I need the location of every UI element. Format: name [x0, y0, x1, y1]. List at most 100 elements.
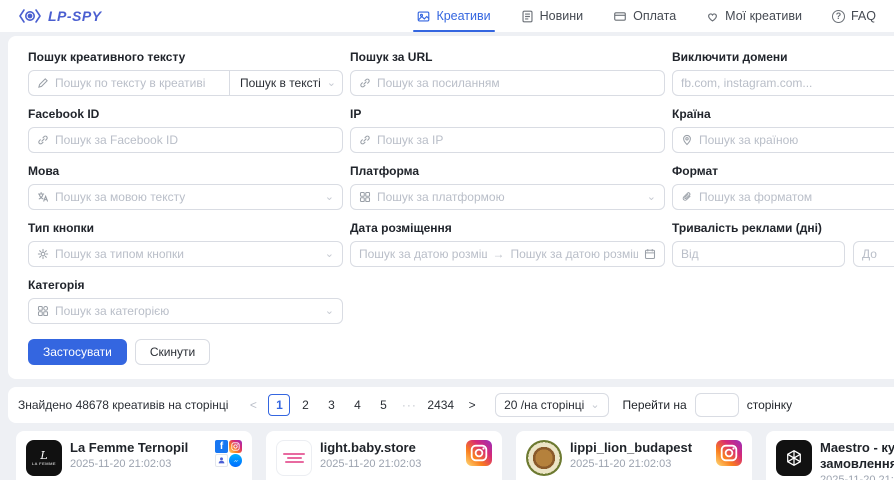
heart-icon [706, 10, 719, 23]
page-size-select[interactable]: 20 /на сторінці ⌄ [495, 393, 608, 417]
geometric-logo-icon [785, 449, 803, 467]
field-label: Виключити домени [672, 50, 894, 64]
creative-card[interactable]: lippi_lion_budapest 2025-11-20 21:02:03 … [516, 431, 752, 480]
duration-to-input[interactable] [862, 247, 894, 261]
field-country: Країна [672, 107, 894, 153]
chevron-down-icon: ⌄ [325, 306, 334, 317]
apply-button[interactable]: Застосувати [28, 339, 127, 365]
prev-page-button[interactable]: < [242, 394, 264, 416]
news-icon [521, 10, 534, 23]
lion-avatar [526, 440, 562, 476]
goto-page-input[interactable] [695, 393, 739, 417]
platform-placeholder: Пошук за платформою [377, 190, 641, 204]
chevron-down-icon: ⌄ [327, 78, 336, 89]
date-end-placeholder: Пошук за датою розміщення [511, 247, 639, 261]
nav-label: FAQ [851, 9, 876, 23]
gear-icon [37, 248, 49, 260]
field-label: Тип кнопки [28, 221, 343, 235]
url-input[interactable] [377, 76, 656, 90]
page-button-5[interactable]: 5 [372, 394, 394, 416]
field-url: Пошук за URL [350, 50, 665, 96]
results-summary: Знайдено 48678 креативів на сторінці [18, 398, 228, 412]
page-button-2[interactable]: 2 [294, 394, 316, 416]
field-label: Дата розміщення [350, 221, 665, 235]
language-placeholder: Пошук за мовою тексту [55, 190, 319, 204]
location-pin-icon [681, 134, 693, 146]
field-label: Facebook ID [28, 107, 343, 121]
platform-select[interactable]: Пошук за платформою ⌄ [350, 184, 665, 210]
chevron-down-icon: ⌄ [325, 249, 334, 260]
field-label: Тривалість реклами (дні) [672, 221, 894, 235]
facebook-id-input[interactable] [55, 133, 334, 147]
creative-text-input[interactable] [55, 76, 223, 90]
page-name: Maestro - кухні, ме замовлення в Ужго [820, 440, 894, 472]
link-icon [359, 134, 371, 146]
field-label: IP [350, 107, 665, 121]
translate-icon [37, 191, 49, 203]
pagination-bar: Знайдено 48678 креативів на сторінці < 1… [8, 387, 894, 423]
page-ellipsis[interactable]: ··· [398, 394, 420, 416]
language-select[interactable]: Пошук за мовою тексту ⌄ [28, 184, 343, 210]
field-label: Пошук креативного тексту [28, 50, 343, 64]
publish-date: 2025-11-20 21:02:03 [70, 458, 207, 470]
link-icon [37, 134, 49, 146]
main-nav: Креативи Новини Оплата Мої креативи ? FA… [417, 0, 876, 32]
eye-logo-icon [18, 8, 42, 24]
field-platform: Платформа Пошук за платформою ⌄ [350, 164, 665, 210]
creative-card[interactable]: Maestro - кухні, ме замовлення в Ужго 20… [766, 431, 894, 480]
field-label: Платформа [350, 164, 665, 178]
page-button-1[interactable]: 1 [268, 394, 290, 416]
creative-card[interactable]: L LA FEMME La Femme Ternopil 2025-11-20 … [16, 431, 252, 480]
filter-panel: Пошук креативного тексту Пошук в тексті … [8, 36, 894, 379]
reset-button[interactable]: Скинути [135, 339, 210, 365]
exclude-domains-input[interactable] [681, 76, 894, 90]
chevron-down-icon: ⌄ [647, 192, 656, 203]
next-page-button[interactable]: > [461, 394, 483, 416]
page-button-3[interactable]: 3 [320, 394, 342, 416]
top-header: LP-SPY Креативи Новини Оплата Мої креати… [0, 0, 894, 32]
nav-tab-faq[interactable]: ? FAQ [832, 0, 876, 32]
search-mode-value: Пошук в тексті [240, 76, 321, 90]
page-button-4[interactable]: 4 [346, 394, 368, 416]
category-grid-icon [37, 305, 49, 317]
platform-grid-icon [359, 191, 371, 203]
logo-text: LP-SPY [48, 8, 102, 24]
avatar [276, 440, 312, 476]
country-input[interactable] [699, 133, 894, 147]
format-input[interactable] [699, 190, 894, 204]
logo[interactable]: LP-SPY [18, 8, 102, 24]
pen-icon [37, 77, 49, 89]
nav-tab-my-creatives[interactable]: Мої креативи [706, 0, 802, 32]
button-type-placeholder: Пошук за типом кнопки [55, 247, 319, 261]
field-format: Формат [672, 164, 894, 210]
field-label: Країна [672, 107, 894, 121]
messenger-icon [229, 454, 242, 467]
field-creative-text: Пошук креативного тексту Пошук в тексті … [28, 50, 343, 96]
instagram-icon [716, 440, 742, 466]
avatar-label: LA FEMME [32, 461, 56, 466]
instagram-icon [229, 440, 242, 453]
publish-date: 2025-11-20 21:02:03 [570, 458, 708, 470]
creatives-grid: L LA FEMME La Femme Ternopil 2025-11-20 … [16, 431, 894, 480]
nav-label: Креативи [436, 9, 490, 23]
field-placement-date: Дата розміщення Пошук за датою розміщенн… [350, 221, 665, 267]
credit-card-icon [613, 10, 627, 23]
avatar: L LA FEMME [26, 440, 62, 476]
nav-tab-news[interactable]: Новини [521, 0, 584, 32]
paperclip-icon [681, 191, 693, 203]
goto-suffix: сторінку [747, 398, 792, 412]
facebook-icon: f [215, 440, 228, 453]
search-mode-select[interactable]: Пошук в тексті ⌄ [229, 71, 336, 95]
button-type-select[interactable]: Пошук за типом кнопки ⌄ [28, 241, 343, 267]
field-label: Формат [672, 164, 894, 178]
creative-card[interactable]: light.baby.store 2025-11-20 21:02:03 3 d… [266, 431, 502, 480]
category-select[interactable]: Пошук за категорією ⌄ [28, 298, 343, 324]
page-button-last[interactable]: 2434 [424, 394, 457, 416]
date-range-picker[interactable]: Пошук за датою розміщення → Пошук за дат… [350, 241, 665, 267]
nav-tab-payment[interactable]: Оплата [613, 0, 676, 32]
nav-tab-creatives[interactable]: Креативи [417, 0, 490, 32]
duration-from-input[interactable] [681, 247, 836, 261]
field-label: Категорія [28, 278, 343, 292]
ip-input[interactable] [377, 133, 656, 147]
question-circle-icon: ? [832, 10, 845, 23]
